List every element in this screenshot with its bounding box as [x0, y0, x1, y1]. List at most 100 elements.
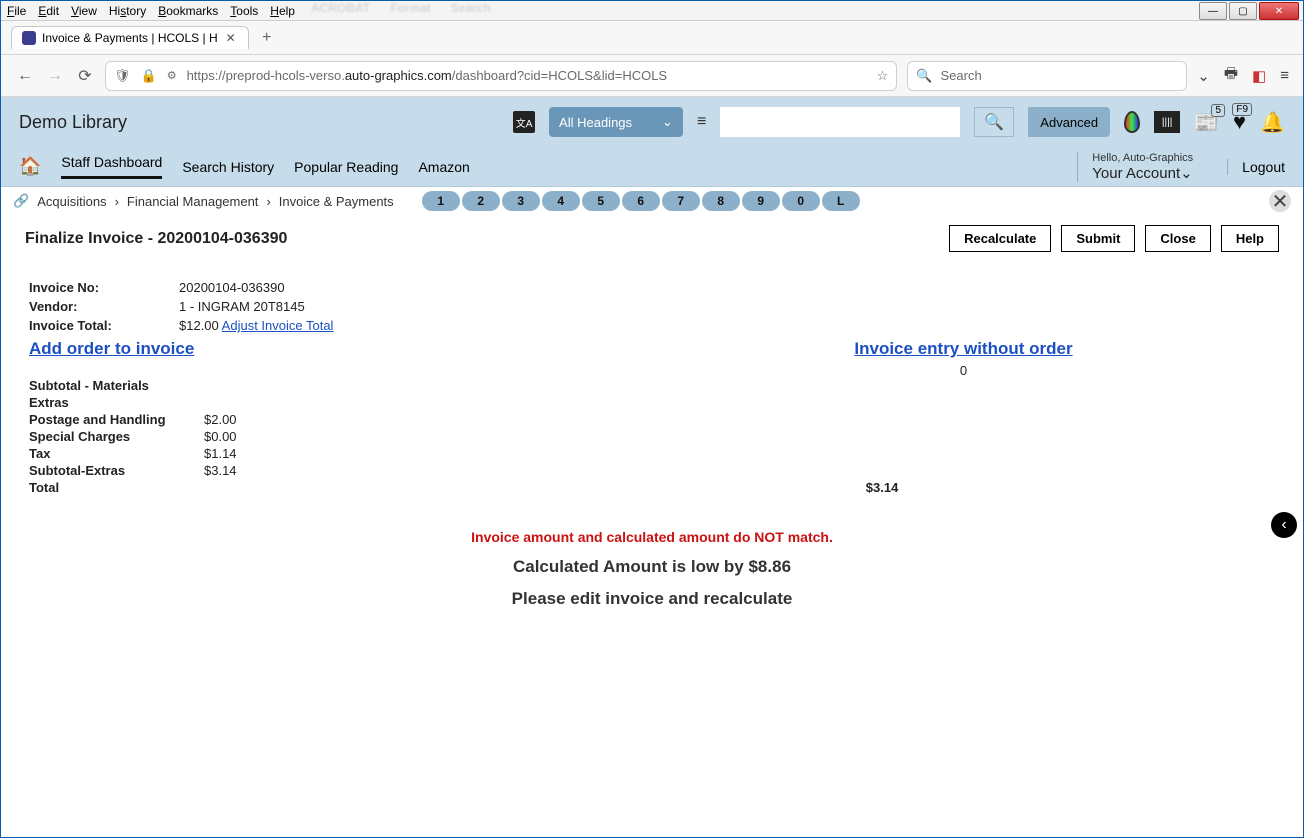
add-order-to-invoice-link[interactable]: Add order to invoice	[29, 339, 194, 358]
menu-bookmarks[interactable]: Bookmarks	[158, 4, 218, 18]
browser-tabstrip: Invoice & Payments | HCOLS | H ✕ +	[1, 21, 1303, 55]
background-blur: ACROBATFormatSearch	[311, 1, 1183, 21]
mismatch-warning: Invoice amount and calculated amount do …	[29, 529, 1275, 545]
breadcrumb-item[interactable]: Invoice & Payments	[279, 194, 394, 209]
shield-icon: 🛡	[114, 68, 131, 84]
invoice-content: Invoice No: 20200104-036390 Vendor: 1 - …	[1, 262, 1303, 627]
nav-search-history[interactable]: Search History	[182, 159, 274, 175]
invoice-entry-without-order-link[interactable]: Invoice entry without order	[854, 339, 1072, 358]
tax-value: $1.14	[204, 446, 254, 461]
headings-label: All Headings	[559, 115, 632, 130]
forward-button[interactable]: →	[45, 67, 65, 85]
pill-2[interactable]: 2	[462, 191, 500, 211]
lock-icon: 🔒	[141, 68, 157, 84]
barcode-icon[interactable]: ||||	[1154, 111, 1180, 133]
reload-button[interactable]: ⟳	[75, 66, 95, 86]
page-title-row: Finalize Invoice - 20200104-036390 Recal…	[1, 215, 1303, 262]
bookmark-star-icon[interactable]: ☆	[877, 68, 889, 84]
hamburger-menu-icon[interactable]: ≡	[1280, 67, 1289, 84]
bell-icon[interactable]: 🔔	[1260, 110, 1285, 135]
nav-popular-reading[interactable]: Popular Reading	[294, 159, 398, 175]
postage-label: Postage and Handling	[29, 412, 204, 427]
tab-favicon	[22, 31, 36, 45]
menu-tools[interactable]: Tools	[230, 4, 258, 18]
help-button[interactable]: Help	[1221, 225, 1279, 252]
pill-1[interactable]: 1	[422, 191, 460, 211]
nav-amazon[interactable]: Amazon	[418, 159, 469, 175]
vendor-value: 1 - INGRAM 20T8145	[179, 299, 305, 314]
window-close-button[interactable]: ✕	[1259, 2, 1299, 20]
window-minimize-button[interactable]: —	[1199, 2, 1227, 20]
browser-search-box[interactable]: 🔍 Search	[907, 61, 1187, 91]
library-name: Demo Library	[19, 112, 127, 133]
logout-link[interactable]: Logout	[1227, 159, 1285, 175]
special-charges-value: $0.00	[204, 429, 254, 444]
total-value: $3.14	[59, 480, 1275, 495]
subtotal-extras-label: Subtotal-Extras	[29, 463, 204, 478]
subtotal-extras-value: $3.14	[204, 463, 254, 478]
print-icon[interactable]: 🖶	[1224, 63, 1238, 88]
extras-label: Extras	[29, 395, 204, 410]
tab-close-icon[interactable]: ✕	[224, 31, 238, 45]
background-blur-2	[251, 29, 1283, 59]
window-maximize-button[interactable]: ▢	[1229, 2, 1257, 20]
hello-text: Hello, Auto-Graphics	[1092, 152, 1193, 164]
pill-7[interactable]: 7	[662, 191, 700, 211]
menu-help[interactable]: Help	[270, 4, 295, 18]
newspaper-icon[interactable]: 📰 5	[1194, 110, 1219, 135]
submit-button[interactable]: Submit	[1061, 225, 1135, 252]
extension-icon[interactable]: ◧	[1252, 67, 1266, 85]
breadcrumb-item[interactable]: Acquisitions	[37, 194, 106, 209]
recalculate-button[interactable]: Recalculate	[949, 225, 1051, 252]
advanced-search-button[interactable]: Advanced	[1028, 107, 1110, 137]
catalog-search-input[interactable]	[720, 107, 960, 137]
pill-L[interactable]: L	[822, 191, 860, 211]
catalog-search-button[interactable]: 🔍	[974, 107, 1014, 137]
vendor-label: Vendor:	[29, 299, 179, 314]
menu-edit[interactable]: Edit	[38, 4, 59, 18]
language-icon[interactable]: 文A	[513, 111, 535, 133]
tax-label: Tax	[29, 446, 204, 461]
pill-8[interactable]: 8	[702, 191, 740, 211]
pill-5[interactable]: 5	[582, 191, 620, 211]
invoice-total-value: $12.00	[179, 318, 219, 333]
browser-tab[interactable]: Invoice & Payments | HCOLS | H ✕	[11, 26, 249, 49]
pill-0[interactable]: 0	[782, 191, 820, 211]
home-icon[interactable]: 🏠	[19, 156, 41, 177]
pill-9[interactable]: 9	[742, 191, 780, 211]
subtotal-materials-label: Subtotal - Materials	[29, 378, 204, 393]
heart-badge: F9	[1232, 103, 1252, 116]
balloon-icon[interactable]	[1124, 111, 1140, 133]
menu-view[interactable]: View	[71, 4, 97, 18]
postage-value: $2.00	[204, 412, 254, 427]
headings-dropdown[interactable]: All Headings ⌄	[549, 107, 683, 137]
breadcrumb-item[interactable]: Financial Management	[127, 194, 259, 209]
database-icon[interactable]: ≡	[697, 113, 706, 131]
pill-6[interactable]: 6	[622, 191, 660, 211]
permissions-icon: ⚙	[167, 69, 177, 82]
search-placeholder: Search	[940, 68, 981, 83]
chevron-down-icon: ⌄	[1180, 165, 1193, 182]
side-panel-toggle[interactable]: ‹	[1271, 512, 1297, 538]
chevron-down-icon: ⌄	[662, 114, 673, 130]
special-charges-label: Special Charges	[29, 429, 204, 444]
tab-title: Invoice & Payments | HCOLS | H	[42, 31, 218, 45]
url-text: https://preprod-hcols-verso.auto-graphic…	[187, 68, 668, 83]
account-menu[interactable]: Hello, Auto-Graphics Your Account⌄	[1077, 152, 1207, 182]
menu-history[interactable]: History	[109, 4, 146, 18]
url-bar[interactable]: 🛡 🔒 ⚙ https://preprod-hcols-verso.auto-g…	[105, 61, 897, 91]
search-icon: 🔍	[916, 68, 932, 84]
nav-staff-dashboard[interactable]: Staff Dashboard	[61, 154, 162, 179]
close-panel-icon[interactable]: ✕	[1269, 190, 1291, 212]
low-by-message: Calculated Amount is low by $8.86	[29, 557, 1275, 577]
pocket-icon[interactable]: ⌄	[1197, 67, 1210, 85]
invoice-no-label: Invoice No:	[29, 280, 179, 295]
adjust-invoice-total-link[interactable]: Adjust Invoice Total	[222, 318, 334, 333]
favorites-icon[interactable]: ♥ F9	[1233, 109, 1246, 135]
back-button[interactable]: ←	[15, 67, 35, 85]
browser-toolbar: ← → ⟳ 🛡 🔒 ⚙ https://preprod-hcols-verso.…	[1, 55, 1303, 97]
close-button[interactable]: Close	[1145, 225, 1210, 252]
pill-4[interactable]: 4	[542, 191, 580, 211]
pill-3[interactable]: 3	[502, 191, 540, 211]
menu-file[interactable]: File	[7, 4, 26, 18]
